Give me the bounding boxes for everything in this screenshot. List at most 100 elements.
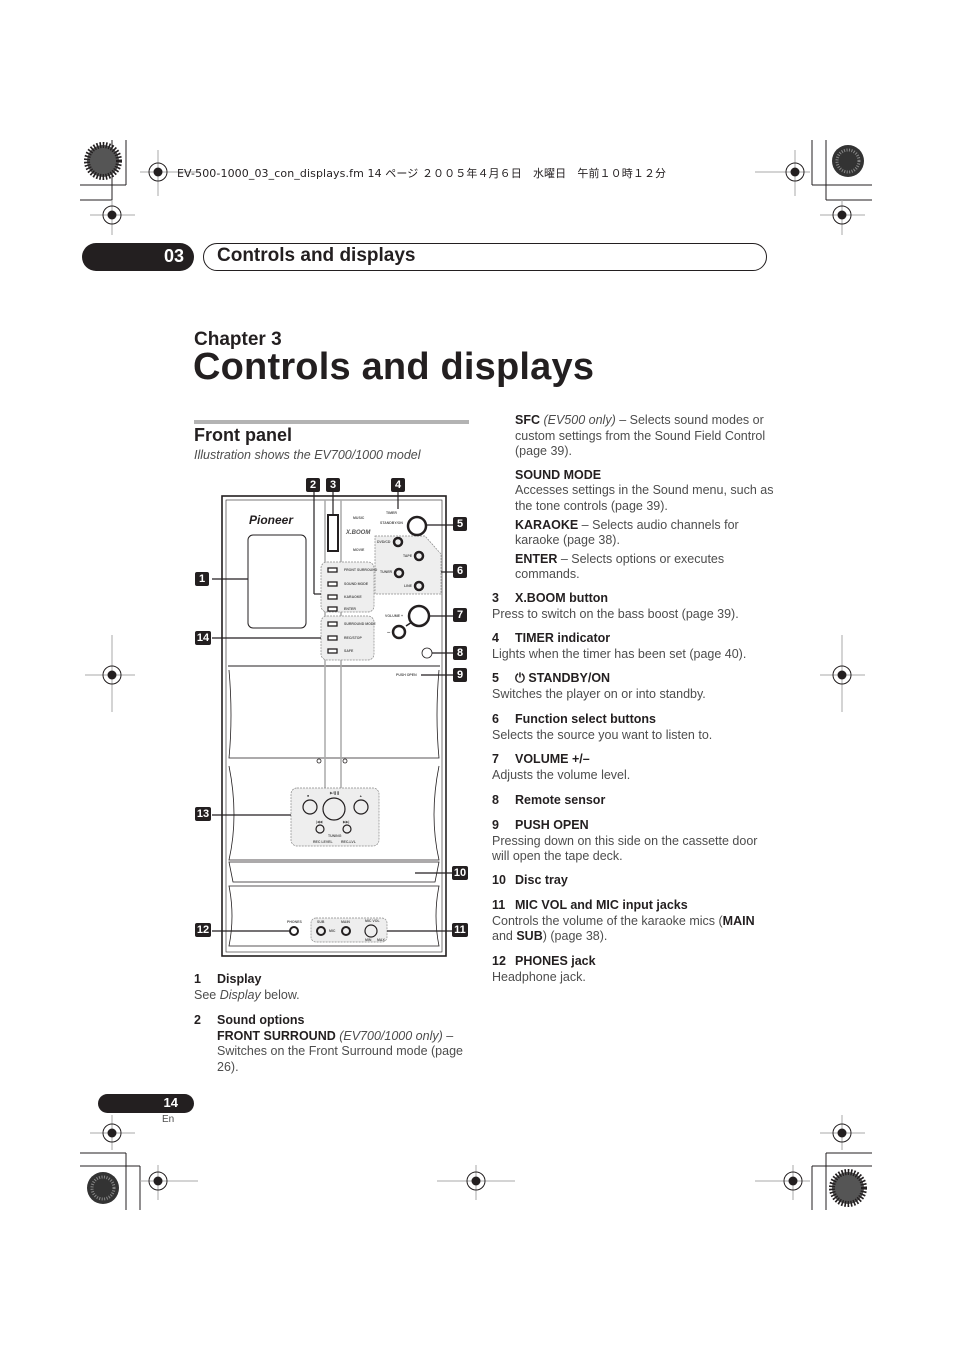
item-push-open: 9 PUSH OPEN Pressing down on this side on … [492,818,777,865]
item-number: 5 [492,671,499,685]
front-panel-illustration: Pioneer 1 2 3 4 5 6 7 8 9 10 11 12 13 14… [193,476,471,966]
item-title: X.BOOM button [515,591,609,605]
callout-13: 13 [195,807,211,821]
item-note: (EV700/1000 only) [335,1028,443,1043]
item-title: PHONES jack [515,954,596,968]
label-movie: MOVIE [353,548,365,552]
item-function-select: 6 Function select buttons Selects the sour… [492,712,777,743]
callout-4: 4 [391,478,405,492]
chapter-number: 03 [163,246,184,266]
item-title: Sound options [217,1013,305,1027]
chapter-title-pill: Controls and displays [203,243,767,271]
sound-mode-entry: SOUND MODE Accesses settings in the Sound… [492,468,777,515]
item-title: Disc tray [515,873,568,887]
item-number: 9 [492,818,499,832]
item-display: 1 Display See Display below. [194,972,474,1003]
label-dvd-cd: DVD/CD [377,540,391,544]
section-title: Front panel [194,425,292,445]
entry-text: Accesses settings in the Sound menu, suc… [515,483,774,513]
sound-options-continued: SFC (EV500 only) – Selects sound modes o… [492,413,777,583]
callout-5: 5 [453,517,467,531]
page-title: Controls and displays [193,346,595,388]
entry-title: SOUND MODE [515,467,602,482]
item-title: Function select buttons [515,712,656,726]
label-phones: PHONES [287,920,302,924]
label-timer: TIMER [386,511,397,515]
label-rec-level: REC LEVEL [313,840,333,844]
item-title: ⏻ STANDBY/ON [515,671,611,685]
item-number: 11 [492,898,506,912]
label-rec-lvl: REC-LVL [341,840,356,844]
label-karaoke: KARAOKE [344,595,362,599]
label-mic-vol: MIC VOL [365,919,380,923]
item-number: 10 [492,873,506,887]
callout-11: 11 [452,923,468,937]
label-sub: SUB [317,920,325,924]
entry-note: (EV500 only) [540,413,616,427]
label-safe: SAFE [344,649,354,653]
item-text-italic: Display [219,987,261,1002]
enter-entry: ENTER – Selects options or executes comm… [492,552,777,583]
label-stop: ■ [307,794,310,798]
label-tape: TAPE [403,554,413,558]
callout-9: 9 [453,668,467,682]
label-line: LINE [404,584,412,588]
item-number: 2 [194,1013,201,1027]
label-tuner: TUNER [380,570,393,574]
callout-1: 1 [195,572,209,586]
label-enter: ENTER [344,607,356,611]
item-disc-tray: 10 Disc tray [492,873,777,889]
item-number: 8 [492,793,499,807]
label-music: MUSIC [353,516,365,520]
item-text: Press to switch on the bass boost (page … [492,606,739,621]
label-sound-mode: SOUND MODE [344,582,369,586]
item-number: 4 [492,631,499,645]
label-mic: MIC [329,929,336,933]
printer-marks [80,140,872,1210]
item-text: ) (page 38). [542,929,608,944]
section-divider [194,420,469,424]
chapter-number-tab: 03 [82,243,194,271]
item-number: 6 [492,712,499,726]
item-sound-options: 2 Sound options FRONT SURROUND (EV700/100… [194,1013,474,1075]
label-main: MAIN [341,920,350,924]
item-number: 1 [194,972,201,986]
callout-14: 14 [195,631,211,645]
callout-10: 10 [452,866,468,880]
item-text: Controls the volume of the karaoke mics … [492,914,777,945]
label-surround-mode: SURROUND MODE [344,622,376,626]
item-text: Adjusts the volume level. [492,767,631,782]
item-remote-sensor: 8 Remote sensor [492,793,777,809]
entry-title: SFC [515,413,540,427]
label-push-open: PUSH OPEN [396,673,417,677]
label-rec-stop: REC/STOP [344,636,362,640]
item-title: MIC VOL and MIC input jacks [515,898,688,912]
item-timer: 4 TIMER indicator Lights when the timer ha… [492,631,777,662]
item-phones: 12 PHONES jack Headphone jack. [492,954,777,985]
item-title: VOLUME +/– [515,752,590,766]
entry-title: KARAOKE [515,517,579,532]
label-front-surround: FRONT SURROUND [344,568,378,572]
device-drawing: Pioneer [212,490,453,957]
callout-12: 12 [195,923,211,937]
print-header: EV-500-1000_03_con_displays.fm 14 ページ ２０… [177,167,667,180]
label-play-pause: ▶/❚❚ [330,791,340,795]
item-text: See [194,987,220,1002]
label-volume-minus: – [387,630,391,636]
item-title: Display [217,972,262,986]
callout-7: 7 [453,608,467,622]
item-text: Lights when the timer has been set (page… [492,646,747,661]
item-number: 7 [492,752,499,766]
item-bold: SUB [516,929,543,944]
label-volume: VOLUME + [385,614,403,618]
page-number-tab: 14 [98,1094,194,1113]
pioneer-logo: Pioneer [249,513,294,527]
label-tuning: TUNING [328,834,342,838]
callout-2: 2 [306,478,320,492]
karaoke-entry: KARAOKE – Selects audio channels for kar… [492,518,777,549]
item-text: below. [260,987,300,1002]
label-xboom: X.BOOM [346,530,371,536]
label-max: MAX [377,938,385,942]
item-text: Pressing down on this side on the casset… [492,833,758,864]
sfc-entry: SFC (EV500 only) – Selects sound modes o… [492,413,777,460]
